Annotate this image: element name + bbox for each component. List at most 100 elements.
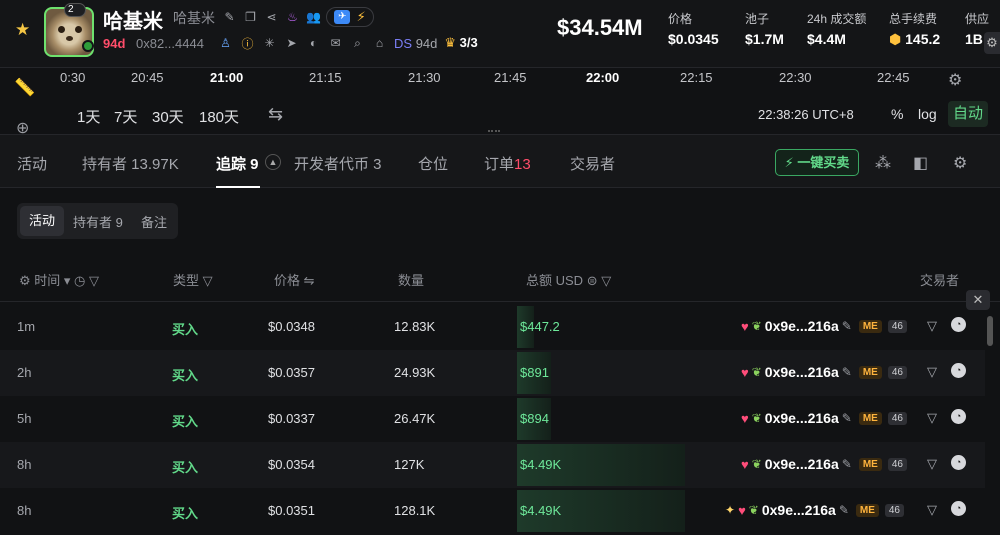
bubble-map-icon[interactable]: ⁂	[875, 153, 891, 173]
tab-positions[interactable]: 仓位	[418, 153, 448, 174]
table-scrollbar[interactable]	[987, 316, 993, 346]
me-badge: ME	[858, 457, 882, 471]
trader-address[interactable]: 0x9e...216a	[765, 410, 839, 426]
bolt-icon: ⚡	[784, 155, 794, 170]
filter-icon[interactable]: ▽	[927, 318, 937, 334]
filter-icon[interactable]: ▽	[927, 502, 937, 518]
range-1d[interactable]: 1天	[77, 106, 100, 127]
chart-clock[interactable]: 22:38:26 UTC+8	[758, 107, 854, 122]
tab-activity[interactable]: 活动	[17, 153, 47, 174]
col-type[interactable]: 类型 ▽	[173, 270, 213, 289]
edit-icon[interactable]: ✎	[842, 365, 852, 379]
range-30d[interactable]: 30天	[152, 106, 184, 127]
table-row[interactable]: 8h 买入 $0.0354 127K $4.49K ♥ ❦ 0x9e...216…	[0, 442, 985, 488]
chart-settings-icon[interactable]: ⚙	[948, 70, 962, 90]
col-qty[interactable]: 数量	[398, 270, 424, 289]
table-settings-icon[interactable]: ⚙	[953, 153, 967, 173]
col-total[interactable]: 总额 USD ⊜ ▽	[526, 270, 611, 289]
row-trader[interactable]: ♥ ❦ 0x9e...216a ✎ ME 46	[741, 364, 907, 380]
stat-fees: 总手续费 ⬢ 145.2	[889, 10, 940, 48]
edit-icon[interactable]: ✎	[842, 457, 852, 471]
chevron-up-icon[interactable]: ▲	[265, 154, 281, 170]
stat-price-label: 价格	[668, 12, 693, 26]
telegram-icon[interactable]: ✈	[334, 10, 351, 24]
row-trader[interactable]: ✦ ♥ ❦ 0x9e...216a ✎ ME 46	[725, 502, 904, 518]
auto-toggle[interactable]: 自动	[948, 101, 988, 127]
holder-score-value: 3/3	[459, 35, 478, 50]
edit-icon[interactable]: ✎	[842, 411, 852, 425]
table-row[interactable]: 1m 买入 $0.0348 12.83K $447.2 ♥ ❦ 0x9e...2…	[0, 304, 985, 350]
percent-toggle[interactable]: %	[891, 106, 903, 122]
fire-icon[interactable]: ♨	[285, 9, 300, 24]
row-trader[interactable]: ♥ ❦ 0x9e...216a ✎ ME 46	[741, 318, 907, 334]
chart-icon[interactable]: ◔	[951, 363, 966, 378]
chart-link-icon[interactable]: ◐	[306, 36, 321, 51]
contract-address[interactable]: 0x82...4444	[136, 36, 204, 51]
subtab-notes[interactable]: 备注	[141, 212, 167, 231]
search-icon[interactable]: ⌕	[350, 36, 365, 51]
calendar-icon[interactable]: ⇆	[268, 104, 283, 125]
count-badge: 46	[887, 319, 907, 333]
chart-icon[interactable]: ◔	[951, 455, 966, 470]
range-7d[interactable]: 7天	[114, 106, 137, 127]
col-trader[interactable]: 交易者	[920, 270, 959, 289]
trader-address[interactable]: 0x9e...216a	[762, 502, 836, 518]
ruler-icon[interactable]: 📏	[14, 78, 36, 100]
warning-icon[interactable]: ⓘ	[240, 36, 255, 51]
stat-price: 价格 $0.0345	[668, 10, 719, 47]
bubble-icon[interactable]: ✉	[328, 36, 343, 51]
row-trader[interactable]: ♥ ❦ 0x9e...216a ✎ ME 46	[741, 456, 907, 472]
trader-address[interactable]: 0x9e...216a	[765, 318, 839, 334]
favorite-star-icon[interactable]: ★	[15, 21, 33, 39]
chart-icon[interactable]: ◔	[951, 317, 966, 332]
edit-icon[interactable]: ✎	[222, 9, 237, 24]
share-icon[interactable]: ⋖	[264, 9, 279, 24]
one-click-buy-button[interactable]: ⚡ 一键买卖	[775, 149, 859, 176]
table-row[interactable]: 2h 买入 $0.0357 24.93K $891 ♥ ❦ 0x9e...216…	[0, 350, 985, 396]
tab-holders[interactable]: 持有者 13.97K	[82, 153, 179, 174]
filter-icon[interactable]: ▽	[927, 410, 937, 426]
chart-icon[interactable]: ◔	[951, 501, 966, 516]
table-row[interactable]: 5h 买入 $0.0337 26.47K $894 ♥ ❦ 0x9e...216…	[0, 396, 985, 442]
users-icon[interactable]: 👥	[306, 9, 321, 24]
tab-traders[interactable]: 交易者	[570, 153, 615, 174]
edit-icon[interactable]: ✎	[839, 503, 849, 517]
tab-dev-tokens[interactable]: 开发者代币 3	[294, 153, 382, 174]
stat-pool-value: $1.7M	[745, 31, 784, 47]
chart-icon[interactable]: ◔	[951, 409, 966, 424]
row-price: $0.0348	[268, 319, 315, 334]
filter-icon[interactable]: ▽	[927, 456, 937, 472]
row-trader[interactable]: ♥ ❦ 0x9e...216a ✎ ME 46	[741, 410, 907, 426]
copy-icon[interactable]: ❐	[243, 9, 258, 24]
row-price: $0.0337	[268, 411, 315, 426]
subtab-activity[interactable]: 活动	[20, 206, 64, 236]
me-badge: ME	[858, 319, 882, 333]
col-price[interactable]: 价格 ⇋	[274, 270, 315, 289]
count-badge: 46	[884, 503, 904, 517]
bolt-icon[interactable]: ⚡	[357, 9, 366, 25]
trader-address[interactable]: 0x9e...216a	[765, 456, 839, 472]
subtab-holders[interactable]: 持有者 9	[73, 212, 123, 231]
resize-handle[interactable]	[488, 130, 500, 133]
avatar-eye-left	[58, 26, 65, 33]
social-pill[interactable]: ✈ ⚡	[326, 7, 374, 27]
stat-volume-label: 24h 成交额	[807, 12, 867, 26]
ds-info[interactable]: DS 94d	[394, 36, 437, 51]
log-toggle[interactable]: log	[918, 106, 937, 122]
header-settings-icon[interactable]: ⚙	[984, 32, 1000, 54]
asterisk-icon[interactable]: ✳	[262, 36, 277, 51]
tab-tracking[interactable]: 追踪 9	[216, 153, 259, 174]
panel-toggle-icon[interactable]: ◧	[913, 153, 928, 173]
filter-icon[interactable]: ▽	[927, 364, 937, 380]
send-icon[interactable]: ➤	[284, 36, 299, 51]
profile-icon[interactable]: ♙	[218, 36, 233, 51]
chef-hat-icon[interactable]: ⌂	[372, 36, 387, 51]
edit-icon[interactable]: ✎	[842, 319, 852, 333]
trader-address[interactable]: 0x9e...216a	[765, 364, 839, 380]
tab-orders[interactable]: 订单13	[484, 153, 531, 174]
one-click-buy-label: 一键买卖	[797, 155, 850, 170]
col-time[interactable]: ⚙ 时间 ▾ ◷ ▽	[19, 270, 99, 289]
table-row[interactable]: 8h 买入 $0.0351 128.1K $4.49K ✦ ♥ ❦ 0x9e..…	[0, 488, 985, 534]
range-180d[interactable]: 180天	[199, 106, 239, 127]
crown-icon: ♛	[444, 35, 457, 50]
